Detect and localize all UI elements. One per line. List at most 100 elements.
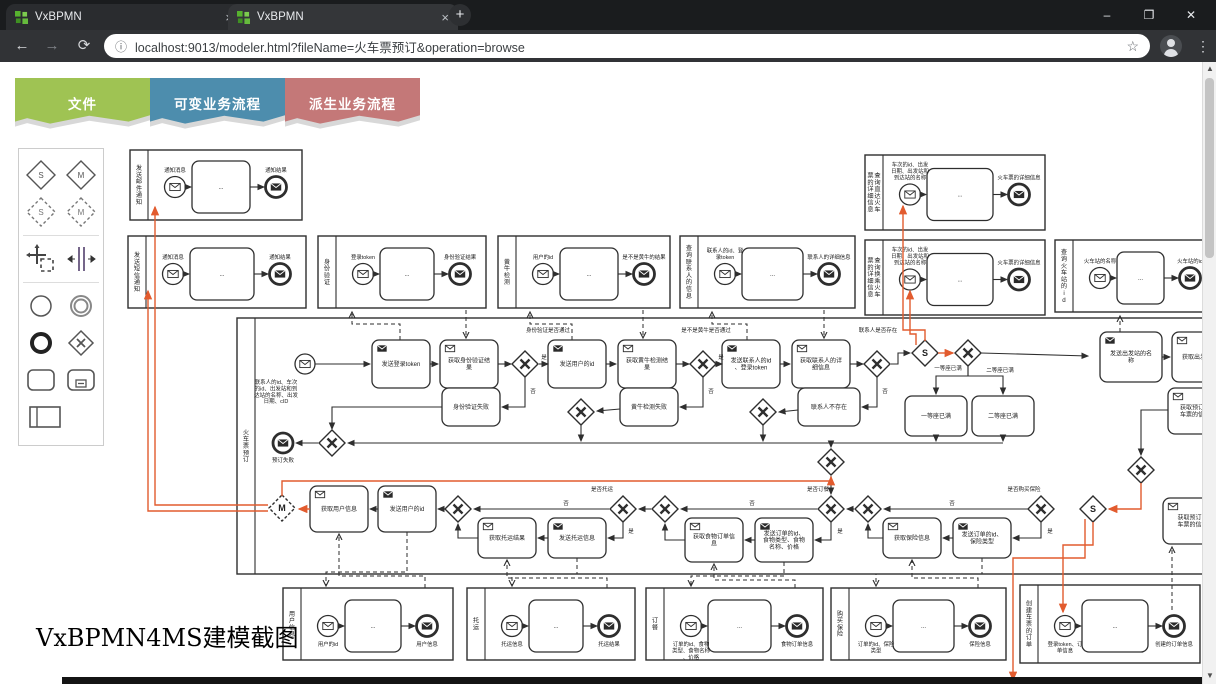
task[interactable]: ... <box>192 161 250 213</box>
task[interactable]: ... <box>927 254 993 306</box>
scrollbar-thumb[interactable] <box>1205 78 1214 258</box>
task[interactable]: ... <box>1082 600 1148 652</box>
start-message-event[interactable] <box>1055 616 1076 637</box>
pool-scalper-check[interactable]: 黄牛检测...用户的id是不是黄牛的结果 <box>498 236 670 308</box>
task[interactable]: 发送订单的id、食物类型、食物名称、价格 <box>755 518 813 562</box>
start-message-event[interactable] <box>715 264 736 285</box>
task[interactable]: ... <box>742 248 803 300</box>
task[interactable]: 发送用户的id <box>548 340 606 388</box>
end-message-event[interactable] <box>1009 184 1030 205</box>
start-message-event[interactable] <box>1090 268 1111 289</box>
gateway-xor-tool-icon[interactable] <box>63 326 99 360</box>
task[interactable]: 发送联系人的id、登录token <box>722 340 780 388</box>
task[interactable]: 联系人不存在 <box>798 388 860 426</box>
start-message-event[interactable] <box>163 264 184 285</box>
task[interactable]: 获取黄牛检测结果 <box>618 340 676 388</box>
task[interactable]: ... <box>560 248 618 300</box>
bookmark-star-icon[interactable]: ☆ <box>1126 38 1139 55</box>
task[interactable]: 发送出发站的名称 <box>1100 332 1162 382</box>
participant-pool-tool-icon[interactable] <box>27 400 63 434</box>
task[interactable]: 获取保险信息 <box>883 518 941 558</box>
start-message-event[interactable] <box>533 264 554 285</box>
url-text[interactable]: localhost:9013/modeler.html?fileName=火车票… <box>135 37 1126 56</box>
task[interactable]: ... <box>380 248 434 300</box>
task[interactable]: ... <box>190 248 254 300</box>
site-info-icon[interactable]: ⓘ <box>115 38 127 55</box>
start-message-event[interactable] <box>318 616 339 637</box>
scroll-down-icon[interactable]: ▼ <box>1203 671 1216 680</box>
end-message-event[interactable] <box>634 264 655 285</box>
pool-food-order[interactable]: 订餐...订单的id、食物类型、食物名称、价格食物订单信息 <box>646 588 823 661</box>
task[interactable]: 获取身份验证结果 <box>440 340 498 388</box>
lasso-tool-icon[interactable] <box>23 242 59 276</box>
start-message-event[interactable] <box>681 616 702 637</box>
browser-tab-2[interactable]: VxBPMN × <box>228 4 458 30</box>
task[interactable]: 获取食物订单信息 <box>685 518 743 562</box>
pool-query-transfer-train[interactable]: 查询换乘火车票的详细信息...车次的id、出发日期、出发站和到达站的名称火车票的… <box>865 240 1045 315</box>
end-message-event[interactable] <box>599 616 620 637</box>
pool-train-ticket-booking[interactable]: 火车票预订发送登录token获取身份验证结果发送用户的id获取黄牛检测结果发送联… <box>237 318 1216 574</box>
pool-buy-insurance[interactable]: 购买保险...订单的id、保险类型保险信息 <box>831 588 1006 660</box>
task[interactable]: ... <box>893 600 954 652</box>
profile-avatar[interactable] <box>1160 35 1182 57</box>
task[interactable]: 发送托运信息 <box>548 518 606 558</box>
address-bar[interactable]: ⓘ localhost:9013/modeler.html?fileName=火… <box>104 34 1150 58</box>
minimize-button[interactable]: – <box>1086 0 1128 30</box>
ribbon-tab-file[interactable]: 文件 <box>15 78 150 132</box>
task[interactable]: ... <box>1117 252 1164 304</box>
close-tab-icon[interactable]: × <box>441 11 449 24</box>
forward-icon[interactable]: → <box>38 30 66 62</box>
task[interactable]: ... <box>927 169 993 221</box>
task[interactable]: ... <box>529 600 583 652</box>
start-message-event[interactable] <box>353 264 374 285</box>
task[interactable]: 发送用户的id <box>378 486 436 532</box>
task[interactable]: 获取托运结果 <box>478 518 536 558</box>
end-message-event[interactable] <box>970 616 991 637</box>
start-message-event[interactable] <box>295 354 315 374</box>
end-event-tool-icon[interactable] <box>23 326 59 360</box>
scroll-up-icon[interactable]: ▲ <box>1203 64 1216 73</box>
task[interactable]: 发送订单的id、保险类型 <box>953 518 1011 558</box>
gateway-s-variant-tool-icon[interactable]: S <box>23 195 59 229</box>
end-message-event[interactable] <box>1009 269 1030 290</box>
task[interactable]: 一等座已满 <box>905 396 967 436</box>
back-icon[interactable]: ← <box>8 30 36 62</box>
task[interactable]: ... <box>345 600 401 652</box>
end-message-event[interactable] <box>450 264 471 285</box>
browser-tab-1[interactable]: VxBPMN × <box>6 4 242 30</box>
task[interactable]: 发送登录token <box>372 340 430 388</box>
pool-create-order[interactable]: 创建车票的订单...登录token、订单信息创建的订单信息 <box>1020 585 1200 663</box>
pool-query-contact[interactable]: 查询联系人的信息...联系人的id、登录token联系人的详细信息 <box>680 236 855 308</box>
end-message-event[interactable] <box>417 616 438 637</box>
subprocess-tool-icon[interactable] <box>63 363 99 397</box>
restore-button[interactable]: ❐ <box>1128 0 1170 30</box>
end-message-event[interactable] <box>273 433 293 453</box>
space-tool-icon[interactable] <box>63 242 99 276</box>
task[interactable]: 黄牛检测失败 <box>620 388 678 426</box>
gateway-m-tool-icon[interactable]: M <box>63 158 99 192</box>
end-message-event[interactable] <box>1180 268 1201 289</box>
task-tool-icon[interactable] <box>23 363 59 397</box>
ribbon-tab-derived-process[interactable]: 派生业务流程 <box>285 78 420 132</box>
pool-user-info[interactable]: 用户信息...用户的id用户信息 <box>283 588 453 660</box>
browser-menu-icon[interactable]: ⋮ <box>1196 30 1210 62</box>
gateway-s-tool-icon[interactable]: S <box>23 158 59 192</box>
task[interactable]: 获取用户信息 <box>310 486 368 532</box>
pool-query-station-id[interactable]: 查询火车站的id...火车站的名称火车站的id <box>1055 240 1216 312</box>
end-message-event[interactable] <box>266 177 287 198</box>
gateway-m-variant-tool-icon[interactable]: M <box>63 195 99 229</box>
pool-identity-auth[interactable]: 身份验证...登录token身份验证结果 <box>318 236 486 308</box>
end-message-event[interactable] <box>270 264 291 285</box>
task[interactable]: 二等座已满 <box>972 396 1034 436</box>
ribbon-tab-variable-process[interactable]: 可变业务流程 <box>150 78 285 132</box>
start-message-event[interactable] <box>502 616 523 637</box>
pool-luggage-checkin[interactable]: 托运...托运信息托运结果 <box>467 588 635 660</box>
intermediate-event-tool-icon[interactable] <box>63 289 99 323</box>
start-message-event[interactable] <box>866 616 887 637</box>
end-message-event[interactable] <box>819 264 840 285</box>
new-tab-button[interactable]: + <box>449 4 471 26</box>
task[interactable]: 获取联系人的详细信息 <box>792 340 850 388</box>
start-message-event[interactable] <box>165 177 186 198</box>
close-window-button[interactable]: ✕ <box>1170 0 1212 30</box>
pool-query-direct-train[interactable]: 查询直达火车票的详细信息...车次的id、出发日期、出发站和到达站的名称火车票的… <box>865 155 1045 230</box>
